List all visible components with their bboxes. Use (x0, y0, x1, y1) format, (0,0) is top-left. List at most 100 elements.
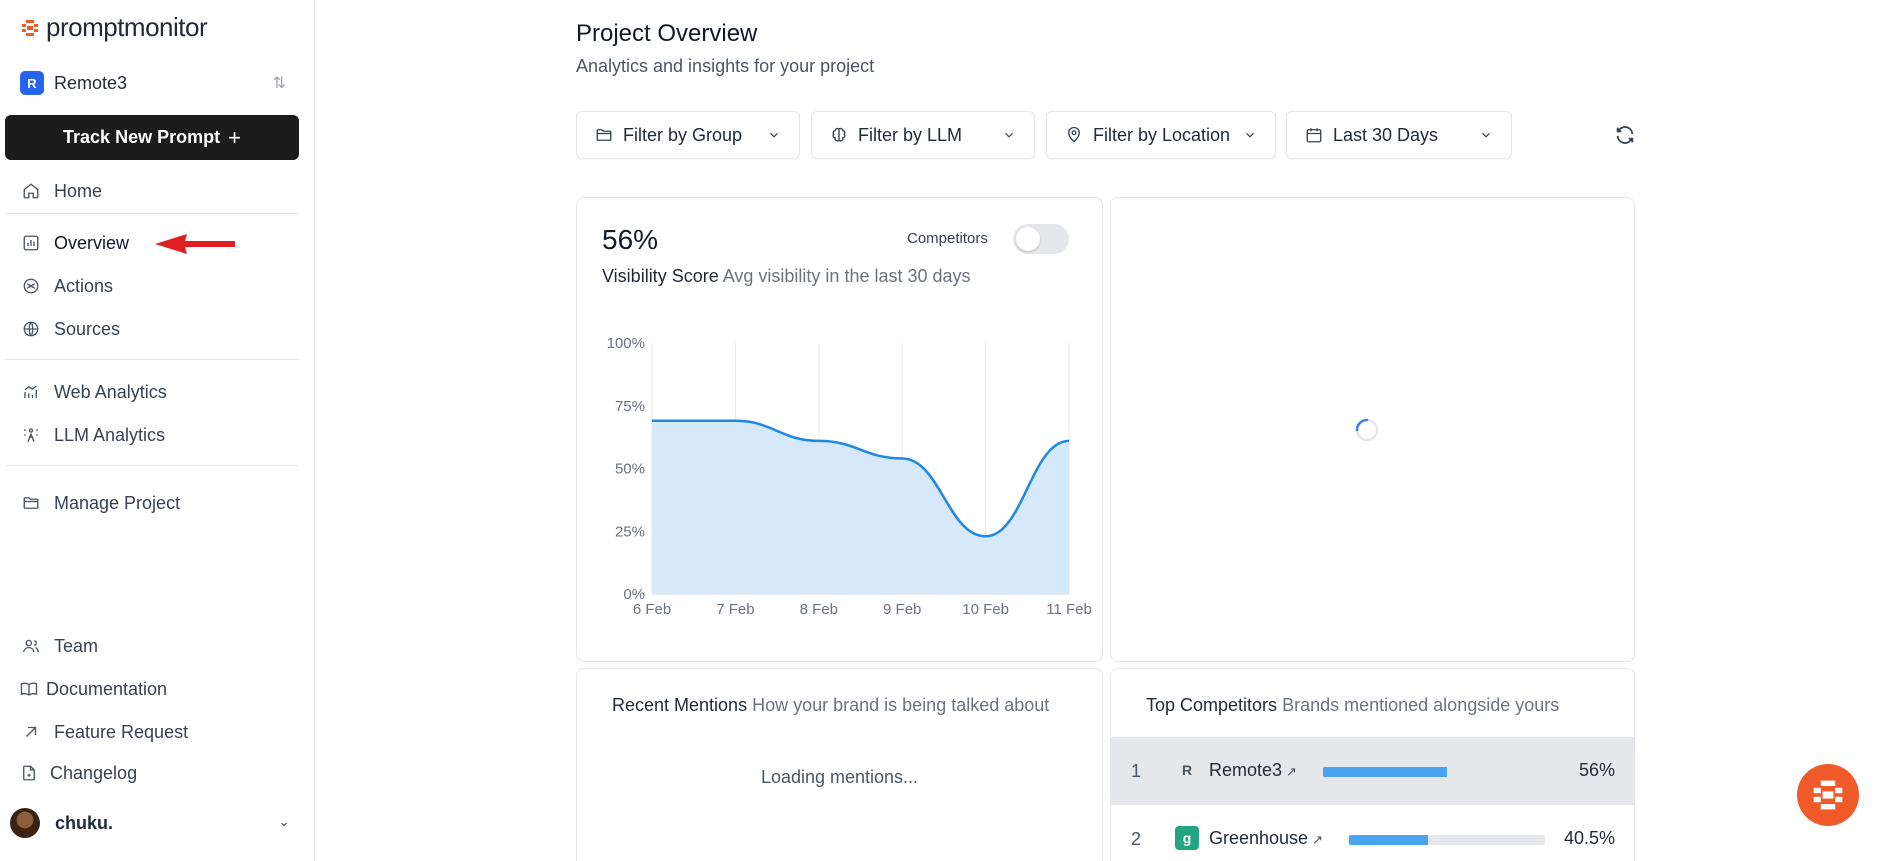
top-competitors-heading: Top Competitors Brands mentioned alongsi… (1146, 695, 1559, 716)
user-name: chuku. (55, 812, 114, 833)
competitor-bar (1323, 767, 1545, 777)
chart-x-tick-label: 10 Feb (962, 601, 1009, 618)
file-icon (23, 765, 35, 781)
sidebar-item-label: Feature Request (54, 721, 189, 742)
chart-y-tick-label: 100% (607, 335, 645, 352)
top-competitors-card: Top Competitors Brands mentioned alongsi… (1110, 668, 1635, 861)
chart-y-tick-label: 75% (615, 398, 645, 415)
competitor-name-link[interactable]: Remote3 ↗ (1209, 760, 1297, 781)
sidebar-item-label: Changelog (50, 762, 138, 783)
plus-icon: + (228, 124, 241, 150)
brain-icon (832, 127, 846, 142)
brand-logo[interactable]: promptmonitor (20, 12, 208, 43)
avatar (10, 808, 40, 838)
chevron-down-icon (770, 132, 778, 138)
chart-area (652, 420, 1069, 594)
map-pin-icon (1068, 126, 1080, 143)
competitor-logo: R (1181, 762, 1193, 778)
competitor-logo: g (1175, 826, 1199, 850)
date-range-dropdown[interactable]: Last 30 Days (1286, 111, 1512, 159)
chart-x-tick-label: 9 Feb (883, 601, 921, 618)
track-new-prompt-label: Track New Prompt (63, 127, 221, 147)
sidebar-item-sources[interactable]: Sources (22, 316, 120, 342)
line-chart-icon (24, 385, 37, 398)
sidebar-item-label: Sources (54, 318, 121, 339)
sidebar-item-manage-project[interactable]: Manage Project (22, 490, 180, 516)
loading-mentions-text: Loading mentions... (760, 767, 919, 787)
book-icon (20, 682, 38, 696)
sidebar-item-label: Web Analytics (54, 381, 167, 402)
chevron-down-icon: ⌄ (278, 813, 290, 829)
folder-icon (596, 129, 612, 141)
filter-label: Filter by Group (623, 124, 743, 145)
competitor-percent: 40.5% (1563, 828, 1615, 848)
chart-x-tick-label: 11 Feb (1046, 601, 1092, 618)
home-icon (23, 183, 39, 199)
bar-chart-icon (23, 235, 39, 251)
sidebar-divider (5, 359, 299, 360)
project-name: Remote3 (54, 72, 128, 93)
loading-spinner-icon (1355, 418, 1379, 442)
competitor-name-link[interactable]: Greenhouse ↗ (1209, 828, 1323, 849)
user-menu[interactable]: chuku. ⌄ (10, 808, 290, 838)
sidebar-item-label: Overview (54, 232, 130, 253)
globe-icon (23, 321, 39, 337)
sidebar-item-overview[interactable]: Overview (22, 230, 129, 256)
sidebar-item-label: Home (54, 180, 103, 201)
folder-icon (23, 497, 39, 509)
promptmonitor-logo-icon (22, 19, 38, 36)
competitor-row[interactable]: 2 g Greenhouse ↗ 40.5% (1111, 805, 1634, 861)
refresh-icon[interactable] (1614, 124, 1636, 146)
filter-llm-dropdown[interactable]: Filter by LLM (811, 111, 1035, 159)
sidebar-item-team[interactable]: Team (22, 633, 98, 659)
recent-mentions-card: Recent Mentions How your brand is being … (576, 668, 1103, 861)
sidebar-item-label: Documentation (46, 678, 168, 699)
track-new-prompt-button[interactable]: Track New Prompt + (5, 115, 299, 160)
competitor-bar-fill (1323, 767, 1448, 777)
page-subtitle: Analytics and insights for your project (576, 56, 875, 76)
top-competitors-title: Top Competitors (1146, 695, 1278, 715)
promptmonitor-logo-icon (1813, 780, 1843, 810)
filter-label: Last 30 Days (1333, 124, 1439, 145)
chart-x-tick-label: 6 Feb (633, 601, 671, 618)
competitor-rank: 1 (1131, 761, 1142, 781)
actions-icon (23, 278, 39, 294)
page-title: Project Overview (576, 20, 758, 47)
filter-group-dropdown[interactable]: Filter by Group (576, 111, 800, 159)
chevron-down-icon (1482, 132, 1490, 138)
external-link-icon: ↗ (1312, 832, 1323, 847)
chat-widget-button[interactable] (1797, 764, 1859, 826)
red-arrow-annotation-icon (155, 234, 235, 254)
competitor-name: Greenhouse (1209, 828, 1309, 848)
sidebar-item-documentation[interactable]: Documentation (20, 676, 167, 702)
filter-location-dropdown[interactable]: Filter by Location (1046, 111, 1276, 159)
sidebar-item-llm-analytics[interactable]: LLM Analytics (22, 422, 165, 448)
competitor-percent: 56% (1578, 760, 1615, 780)
swap-arrows-icon: ⇅ (272, 75, 286, 92)
chart-x-tick-label: 7 Feb (716, 601, 754, 618)
chevron-down-icon (1246, 132, 1254, 138)
chevron-down-icon (1005, 132, 1013, 138)
sidebar-divider (5, 213, 299, 214)
sidebar-item-changelog[interactable]: Changelog (20, 760, 137, 786)
person-sparkle-icon (23, 428, 39, 443)
recent-mentions-subtitle: How your brand is being talked about (752, 695, 1050, 715)
sidebar: promptmonitor R Remote3 ⇅ Track New Prom… (0, 0, 315, 861)
sidebar-item-actions[interactable]: Actions (22, 273, 113, 299)
top-competitors-subtitle: Brands mentioned alongside yours (1282, 695, 1560, 715)
external-link-icon: ↗ (1286, 764, 1297, 779)
brand-name: promptmonitor (46, 12, 208, 42)
project-switcher[interactable]: R Remote3 ⇅ (20, 70, 286, 96)
sidebar-item-home[interactable]: Home (22, 178, 102, 204)
competitor-bar-fill (1349, 835, 1429, 845)
sidebar-divider (5, 465, 299, 466)
users-icon (22, 639, 40, 653)
competitor-row[interactable]: 1 R Remote3 ↗ 56% (1111, 737, 1634, 805)
recent-mentions-title: Recent Mentions (612, 695, 748, 715)
sidebar-item-feature-request[interactable]: Feature Request (22, 719, 188, 745)
chart-x-tick-label: 8 Feb (800, 601, 838, 618)
calendar-icon (1306, 128, 1322, 143)
competitor-rank: 2 (1131, 829, 1142, 849)
sidebar-item-web-analytics[interactable]: Web Analytics (22, 379, 167, 405)
sidebar-item-label: Team (54, 635, 99, 656)
